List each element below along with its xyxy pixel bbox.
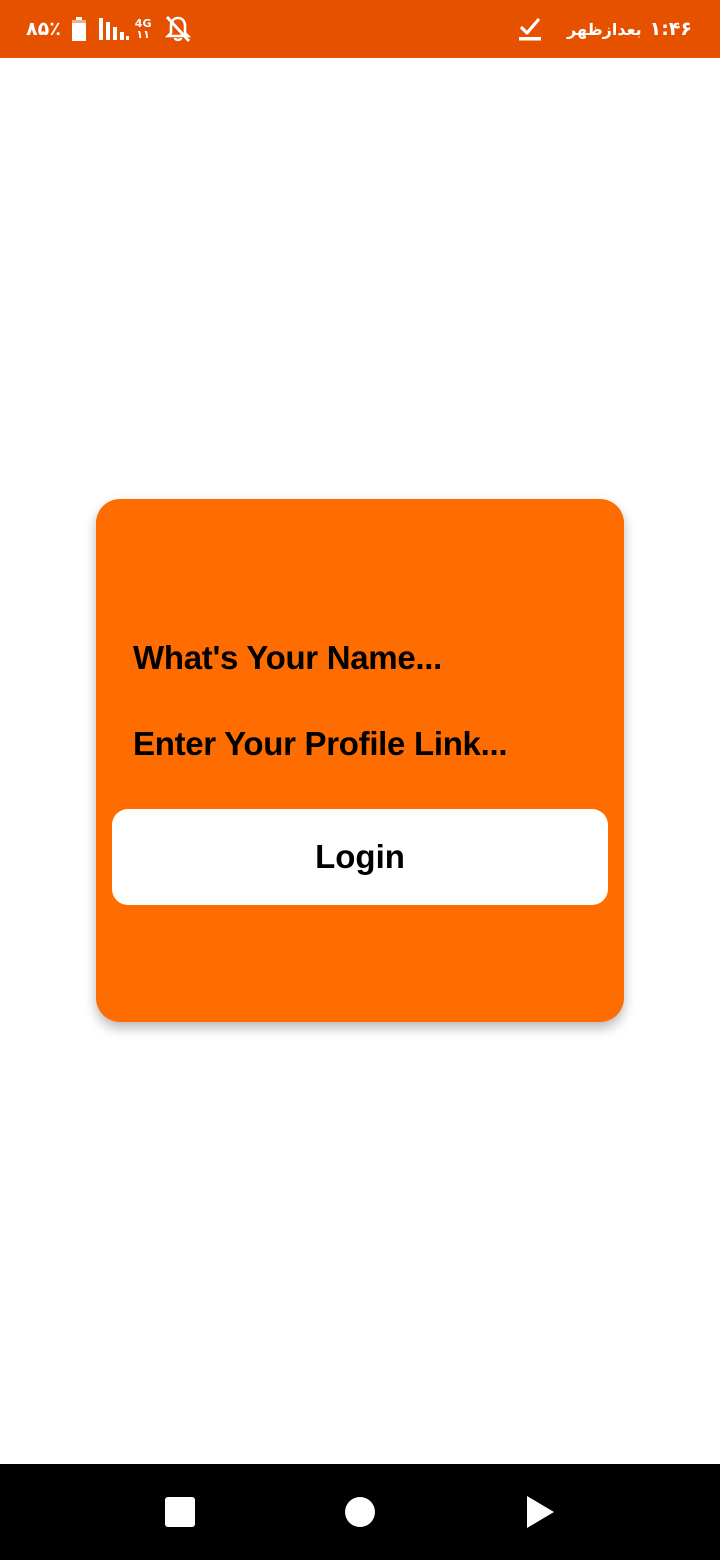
network-type-bottom: ۱۱ [136,28,150,41]
screen: ۸۵٪ 4G ۱۱ بعدازظهر ۱:۴۶ What's Your Name… [0,0,720,1560]
status-left-group: ۸۵٪ 4G ۱۱ [26,14,192,44]
battery-icon [71,17,86,41]
login-button[interactable]: Login [112,809,608,905]
status-right-group: بعدازظهر ۱:۴۶ [519,14,692,44]
login-card: What's Your Name... Enter Your Profile L… [96,499,624,1022]
navigation-bar [0,1464,720,1560]
back-icon [527,1496,554,1528]
download-done-icon [519,17,542,41]
time-period: بعدازظهر [567,19,642,39]
profile-link-input[interactable]: Enter Your Profile Link... [133,725,508,763]
home-icon [345,1497,375,1527]
bell-off-icon [165,16,192,42]
recent-apps-button[interactable] [150,1482,210,1542]
battery-percent: ۸۵٪ [26,18,61,40]
recent-apps-icon [165,1497,195,1527]
network-type-badge: 4G ۱۱ [135,18,152,40]
back-button[interactable] [510,1482,570,1542]
name-input[interactable]: What's Your Name... [133,639,442,677]
clock-time: ۱:۴۶ [649,18,692,40]
home-button[interactable] [330,1482,390,1542]
status-bar: ۸۵٪ 4G ۱۱ بعدازظهر ۱:۴۶ [0,0,720,58]
signal-icon [98,18,129,40]
